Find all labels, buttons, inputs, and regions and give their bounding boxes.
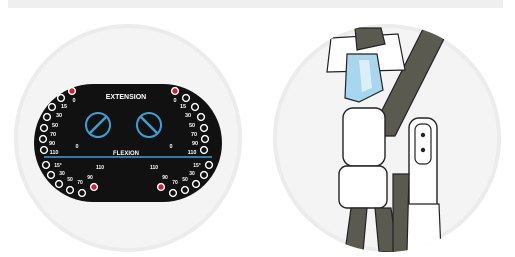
left-hinge-screw-icon[interactable] [85, 112, 111, 138]
left-flex-label-15: 15° [54, 163, 62, 169]
hinge-rivet-bottom-icon [420, 147, 426, 153]
flexion-label: FLEXION [113, 151, 139, 157]
right-ext-label-0: 0 [173, 98, 176, 104]
left-flex-label-50: 50 [67, 177, 73, 183]
left-ext-stop-0[interactable] [67, 86, 77, 96]
hinge-cover [414, 123, 432, 165]
right-ext-label-90: 90 [192, 141, 198, 147]
knee-brace-panel [273, 24, 501, 252]
left-ext-label-110: 110 [50, 150, 59, 156]
left-flex-label-90: 90 [87, 175, 93, 181]
hinge-dial-panel: EXTENSION FLEXION 0 15 30 50 70 90 110 0… [14, 24, 242, 252]
knee-frame-upper [342, 107, 386, 167]
left-flex-label-30: 30 [59, 171, 65, 177]
left-flex-label-70: 70 [77, 180, 83, 186]
extension-label: EXTENSION [106, 94, 146, 101]
left-ext-label-50: 50 [52, 123, 58, 129]
hinge-rivet-top-icon [420, 132, 426, 138]
right-hinge-screw-icon[interactable] [136, 112, 162, 138]
knee-frame-lower [338, 165, 388, 209]
right-ext-label-30: 30 [185, 113, 191, 119]
left-ext-label-90: 90 [49, 141, 55, 147]
right-flex-label-50: 50 [182, 177, 188, 183]
right-flex-stop-110[interactable] [156, 182, 166, 192]
right-flex-label-110: 110 [150, 165, 158, 171]
right-ext-label-110: 110 [188, 150, 197, 156]
right-flex-label-30: 30 [189, 171, 195, 177]
knee-brace-illustration [326, 27, 450, 252]
lower-strap-left [344, 207, 368, 252]
right-flex-label-90: 90 [162, 175, 168, 181]
right-flex-label-15: 15° [193, 163, 201, 169]
right-mid-zero-label: 0 [169, 144, 172, 150]
right-ext-label-70: 70 [191, 132, 197, 138]
left-flex-label-110: 110 [96, 165, 104, 171]
top-divider-bar [8, 0, 503, 8]
left-mid-zero-label: 0 [75, 144, 78, 150]
right-ext-label-50: 50 [189, 123, 195, 129]
left-ext-label-70: 70 [50, 132, 56, 138]
left-ext-label-30: 30 [56, 113, 62, 119]
right-ext-label-15: 15 [180, 104, 186, 110]
side-strap [392, 173, 410, 252]
right-flex-label-70: 70 [172, 180, 178, 186]
left-ext-label-0: 0 [72, 98, 75, 104]
hinge-dial-illustration: EXTENSION FLEXION 0 15 30 50 70 90 110 0… [34, 84, 222, 202]
calf-shell [404, 203, 442, 252]
left-ext-label-15: 15 [61, 104, 67, 110]
right-ext-stop-0[interactable] [170, 86, 180, 96]
left-flex-stop-110[interactable] [89, 182, 99, 192]
